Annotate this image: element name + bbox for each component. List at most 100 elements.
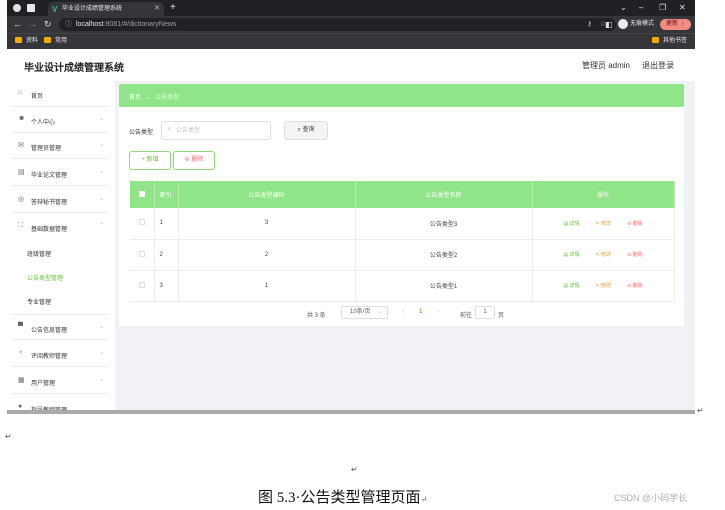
goto-label: 前往 xyxy=(460,313,473,319)
sidebar-item-thesis[interactable]: ▤ 毕业论文管理 ⌄ xyxy=(12,160,108,186)
url-text[interactable]: localhost:8081/#/dictionaryNews xyxy=(76,18,176,31)
document-icon: ▤ xyxy=(18,169,25,176)
edit-button[interactable]: ✎ 修改 xyxy=(595,251,611,258)
bookmark-folder-2[interactable]: 常用 xyxy=(44,34,67,49)
table-row: 1 3 公告类型3 ▤ 详情 ✎ 修改 ⊖ 删除 xyxy=(130,208,675,240)
home-icon: ⌂ xyxy=(18,89,23,96)
search-input[interactable] xyxy=(176,125,266,137)
detail-icon: ▤ xyxy=(563,220,569,227)
url-host: localhost xyxy=(76,21,104,28)
sidebar-subitem-class[interactable]: 班级管理 xyxy=(27,249,51,258)
app-title: 毕业设计成绩管理系统 xyxy=(24,63,124,74)
browser-tab[interactable]: V 毕业设计成绩管理系统 ✕ xyxy=(48,2,164,16)
new-tab-button[interactable]: + xyxy=(170,1,176,15)
main-content: 首页→公告类型 公告类型 ⌕ ⌕ 查询 + 新增 ⊖ 删除 索引 公告类型编码 … xyxy=(119,84,684,326)
chevron-down-icon: ⌄ xyxy=(98,142,104,148)
column-header-actions: 操作 xyxy=(532,181,675,208)
minimize-icon[interactable]: – xyxy=(639,1,643,15)
edit-button[interactable]: ✎ 修改 xyxy=(595,220,611,227)
sidebar-item-home[interactable]: ⌂ 首页 xyxy=(12,81,108,107)
prev-page-button[interactable]: ‹ xyxy=(402,309,404,315)
sidebar-subitem-major[interactable]: 专业管理 xyxy=(27,297,51,306)
paragraph-mark-icon: ↵ xyxy=(351,465,358,474)
sidebar-item-label: 用户管理 xyxy=(31,381,56,387)
table-header-row: 索引 公告类型编码 公告类型名称 操作 xyxy=(130,181,675,208)
goto-page-input[interactable]: 1 xyxy=(475,306,495,319)
incognito-icon xyxy=(618,19,628,29)
chevron-down-icon: ⌄ xyxy=(98,196,104,202)
key-icon[interactable]: ⚷ xyxy=(587,18,592,31)
delete-button[interactable]: ⊖ 删除 xyxy=(627,220,643,227)
horizontal-scrollbar[interactable] xyxy=(7,410,695,414)
search-icon: ⌕ xyxy=(297,127,301,133)
back-icon[interactable]: ← xyxy=(13,17,22,32)
detail-icon: ▤ xyxy=(563,283,569,289)
logout-link[interactable]: 退出登录 xyxy=(642,60,674,71)
query-button[interactable]: ⌕ 查询 xyxy=(284,121,328,140)
mic-icon: ♀ xyxy=(18,349,24,356)
edit-label: 修改 xyxy=(601,283,612,289)
github-icon[interactable] xyxy=(13,4,21,12)
page-size-select[interactable]: 10条/页 ⌄ xyxy=(341,306,388,319)
bookmark-folder-1[interactable]: 资料 xyxy=(15,34,38,49)
pagination: 共 3 条 10条/页 ⌄ ‹ 1 › 前往 1 页 xyxy=(119,306,684,320)
sidepanel-icon[interactable]: ◧ xyxy=(605,17,613,32)
mail-icon: ✉ xyxy=(18,142,24,149)
info-icon[interactable]: ⓘ xyxy=(65,18,72,31)
detail-icon: ▤ xyxy=(563,252,569,258)
detail-button[interactable]: ▤ 详情 xyxy=(563,282,579,289)
edit-button[interactable]: ✎ 修改 xyxy=(595,282,611,289)
sidebar-item-reviewers[interactable]: ♀ 评阅教师管理 ⌄ xyxy=(12,341,108,367)
search-field[interactable]: ⌕ xyxy=(161,121,271,140)
sidebar-item-users[interactable]: ▦ 用户管理 ⌄ xyxy=(12,368,108,394)
restore-icon[interactable]: ❐ xyxy=(659,1,666,15)
row-checkbox[interactable] xyxy=(138,281,145,288)
page-number-current[interactable]: 1 xyxy=(419,309,422,315)
delete-label: 删除 xyxy=(632,220,643,227)
globe-icon: ◎ xyxy=(18,196,25,203)
row-checkbox-cell xyxy=(130,239,155,271)
detail-button[interactable]: ▤ 详情 xyxy=(563,220,579,227)
cell-actions: ▤ 详情 ✎ 修改 ⊖ 删除 xyxy=(532,270,675,302)
cell-name: 公告类型2 xyxy=(355,239,533,271)
forward-icon[interactable]: → xyxy=(28,17,37,32)
chevron-down-icon: ⌄ xyxy=(98,169,104,175)
close-tab-icon[interactable]: ✕ xyxy=(154,2,160,16)
detail-button[interactable]: ▤ 详情 xyxy=(563,251,579,258)
row-checkbox-cell xyxy=(130,208,155,240)
watermark: CSDN @小码学长 xyxy=(614,493,688,503)
chevron-down-icon[interactable]: ⌄ xyxy=(620,1,627,15)
row-checkbox[interactable] xyxy=(138,219,145,226)
paragraph-mark-icon: ↵ xyxy=(697,406,704,415)
cell-code: 1 xyxy=(178,270,356,302)
batch-delete-button[interactable]: ⊖ 删除 xyxy=(173,151,215,170)
address-bar[interactable]: ⓘ localhost:8081/#/dictionaryNews ⚷ ☆ xyxy=(59,18,616,31)
add-button[interactable]: + 新增 xyxy=(129,151,171,170)
close-window-icon[interactable]: ✕ xyxy=(679,1,686,15)
folder-icon xyxy=(44,37,51,43)
sidebar-item-label: 答辩秘书管理 xyxy=(31,200,68,206)
tab-search-icon[interactable] xyxy=(27,4,35,12)
detail-label: 详情 xyxy=(569,283,580,289)
edit-label: 修改 xyxy=(601,220,612,227)
next-page-button[interactable]: › xyxy=(437,309,439,315)
sidebar-item-profile[interactable]: ☻ 个人中心 ⌄ xyxy=(12,107,108,133)
fullscreen-icon: ⛶ xyxy=(18,222,23,229)
breadcrumb-home[interactable]: 首页 xyxy=(129,95,141,101)
sidebar-item-basic-data[interactable]: ⛶ 基础数据管理 ⌃ xyxy=(12,214,108,240)
sidebar-item-admins[interactable]: ✉ 管理员管理 ⌄ xyxy=(12,133,108,159)
row-checkbox[interactable] xyxy=(138,250,145,257)
update-button[interactable]: 更新 ⋮ xyxy=(660,19,691,30)
other-bookmarks[interactable]: 其他书签 xyxy=(652,34,687,49)
app-header: 毕业设计成绩管理系统 管理员 admin 退出登录 xyxy=(7,49,695,81)
delete-button[interactable]: ⊖ 删除 xyxy=(627,251,643,258)
reload-icon[interactable]: ↻ xyxy=(44,17,52,32)
delete-button[interactable]: ⊖ 删除 xyxy=(627,282,643,289)
sidebar-subitem-notice-type[interactable]: 公告类型管理 xyxy=(27,273,63,282)
sidebar-item-label: 公告信息管理 xyxy=(31,328,68,334)
select-all-checkbox[interactable] xyxy=(138,190,145,197)
bookmark-label: 资料 xyxy=(26,38,39,44)
sidebar-item-notices[interactable]: ▀ 公告信息管理 ⌄ xyxy=(12,314,108,340)
sidebar-item-secretary[interactable]: ◎ 答辩秘书管理 ⌄ xyxy=(12,187,108,213)
cell-name: 公告类型1 xyxy=(355,270,533,302)
